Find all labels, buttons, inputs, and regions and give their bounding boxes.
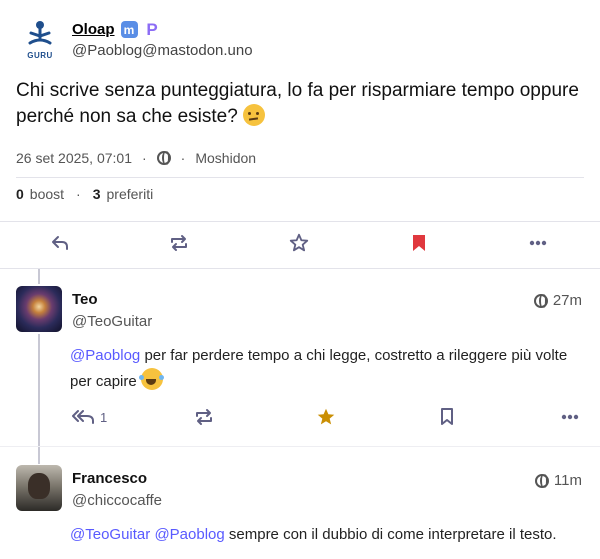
ellipsis-icon <box>561 414 579 420</box>
avatar[interactable]: GURU <box>16 16 64 64</box>
reply-avatar[interactable] <box>16 286 62 332</box>
boost-icon <box>171 235 187 251</box>
author-display-name[interactable]: Oloap <box>72 21 115 38</box>
public-visibility-icon <box>534 473 549 488</box>
boost-icon <box>196 409 212 425</box>
reply-text: sempre con il dubbio di come interpretar… <box>224 526 557 543</box>
more-options-button[interactable] <box>528 225 548 261</box>
reply-display-name[interactable]: Teo <box>72 291 98 308</box>
star-filled-icon <box>317 408 335 425</box>
mention-link[interactable]: @TeoGuitar <box>70 526 150 543</box>
reply-all-button[interactable]: 1 <box>72 399 107 435</box>
reply-time[interactable]: 27m <box>533 292 582 309</box>
mention-link[interactable]: @Paoblog <box>70 347 140 364</box>
meditation-icon <box>28 21 52 45</box>
reply-content: @TeoGuitar @Paoblog sempre con il dubbio… <box>70 523 585 547</box>
reply-time[interactable]: 11m <box>534 472 582 489</box>
divider <box>0 446 600 447</box>
thinking-face-icon <box>243 104 266 126</box>
boost-button[interactable] <box>193 399 215 435</box>
tears-of-joy-icon <box>138 368 163 390</box>
favourite-label[interactable]: preferiti <box>107 186 154 202</box>
reply-avatar[interactable] <box>16 465 62 511</box>
status-stats: 0 boost · 3 preferiti <box>16 186 153 202</box>
public-visibility-icon <box>156 151 171 165</box>
bookmark-icon <box>441 408 453 425</box>
reply-display-name[interactable]: Francesco <box>72 470 147 487</box>
reply-timestamp[interactable]: 27m <box>553 292 582 309</box>
status-header: GURU Oloap m P @Paoblog@mastodon.uno <box>16 14 253 66</box>
divider <box>0 268 600 269</box>
author-handle[interactable]: @Paoblog@mastodon.uno <box>72 42 253 59</box>
reply-content: @Paoblog per far perdere tempo a chi leg… <box>70 344 585 394</box>
status-text: Chi scrive senza punteggiatura, lo fa pe… <box>16 80 579 127</box>
favourite-count[interactable]: 3 <box>93 186 101 202</box>
bookmark-button[interactable] <box>410 225 428 261</box>
pixelfed-badge-icon: P <box>146 19 158 39</box>
boost-label[interactable]: boost <box>30 186 64 202</box>
status-meta: 26 set 2025, 07:01 · · Moshidon <box>16 150 256 166</box>
divider <box>16 177 584 178</box>
more-options-button[interactable] <box>560 399 580 435</box>
status-content: Chi scrive senza punteggiatura, lo fa pe… <box>16 78 586 130</box>
divider <box>0 221 600 222</box>
public-visibility-icon <box>533 293 548 308</box>
boost-button[interactable] <box>168 225 190 261</box>
reply-handle[interactable]: @TeoGuitar <box>72 313 152 330</box>
reply-timestamp[interactable]: 11m <box>554 472 582 489</box>
reply-button[interactable] <box>50 225 70 261</box>
status-action-bar <box>0 225 600 261</box>
separator: · <box>142 150 147 166</box>
status-application[interactable]: Moshidon <box>195 150 256 166</box>
reply-count: 1 <box>100 409 108 425</box>
mention-link[interactable]: @Paoblog <box>154 526 224 543</box>
ellipsis-icon <box>529 240 547 246</box>
separator: · <box>180 150 186 166</box>
bookmark-button[interactable] <box>438 399 456 435</box>
mastodon-badge-icon: m <box>120 21 138 38</box>
reply-action-bar: 1 <box>0 399 600 435</box>
bookmark-icon <box>413 235 425 251</box>
favourite-button[interactable] <box>288 225 310 261</box>
reply-handle[interactable]: @chiccocaffe <box>72 492 162 509</box>
reply-icon <box>52 236 68 250</box>
avatar-logo-text: GURU <box>27 51 53 60</box>
separator: · <box>76 186 81 202</box>
reply-all-icon <box>72 410 94 424</box>
favourite-button[interactable] <box>315 399 337 435</box>
boost-count[interactable]: 0 <box>16 186 24 202</box>
star-icon <box>289 233 309 252</box>
status-timestamp[interactable]: 26 set 2025, 07:01 <box>16 150 132 166</box>
thread-line <box>38 269 40 284</box>
